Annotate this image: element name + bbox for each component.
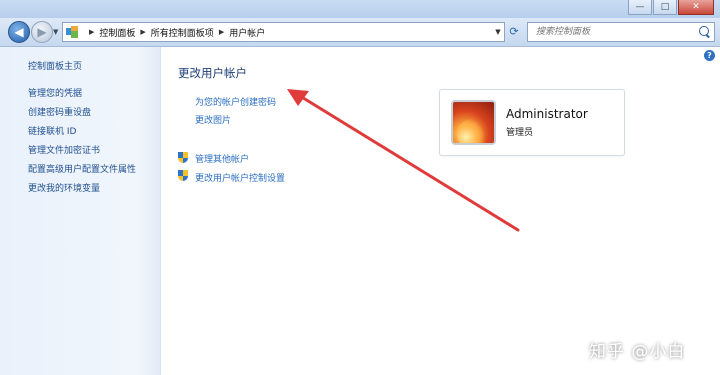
watermark: 知乎 @小白 xyxy=(589,342,686,362)
annotation-arrow xyxy=(287,89,520,232)
